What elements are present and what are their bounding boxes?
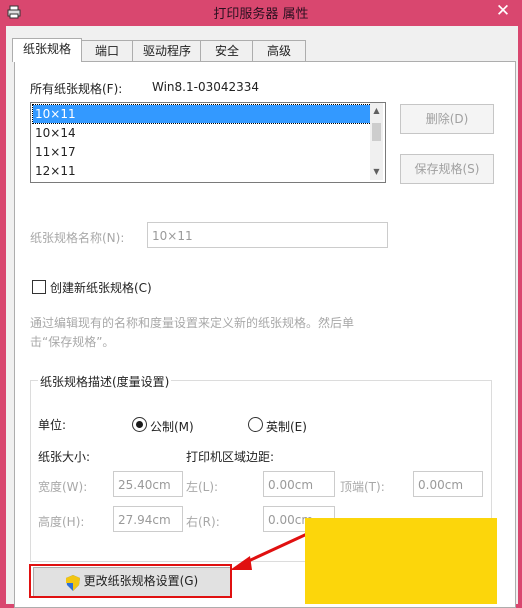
paper-size-label: 纸张大小: xyxy=(38,450,91,464)
hint-text-line1: 通过编辑现有的名称和度量设置来定义新的纸张规格。然后单 xyxy=(30,316,355,330)
top-margin-label: 顶端(T): xyxy=(340,480,385,494)
metric-radio-label: 公制(M) xyxy=(150,420,194,434)
server-name: Win8.1-03042334 xyxy=(152,80,260,94)
form-name-field[interactable]: 10×11 xyxy=(147,222,388,248)
forms-listbox[interactable]: 10×11 10×14 11×17 12×11 xyxy=(30,102,386,183)
window-title: 打印服务器 属性 xyxy=(213,7,309,22)
width-label: 宽度(W): xyxy=(38,480,88,494)
right-margin-label: 右(R): xyxy=(186,515,220,529)
scroll-up-icon[interactable]: ▲ xyxy=(370,103,383,119)
tab-security[interactable]: 安全 xyxy=(200,40,254,61)
english-radio[interactable] xyxy=(248,417,263,432)
printer-margins-label: 打印机区域边距: xyxy=(186,450,275,464)
height-label: 高度(H): xyxy=(38,515,85,529)
tab-forms[interactable]: 纸张规格 xyxy=(12,38,82,62)
left-margin-label: 左(L): xyxy=(186,480,219,494)
left-margin-field[interactable]: 0.00cm xyxy=(263,471,335,497)
create-new-form-checkbox[interactable] xyxy=(32,280,46,294)
width-field[interactable]: 25.40cm xyxy=(113,471,183,497)
save-form-button[interactable]: 保存规格(S) xyxy=(400,154,494,184)
list-item[interactable]: 12×11 xyxy=(33,162,371,180)
listbox-scrollbar[interactable]: ▲ ▼ xyxy=(370,103,383,180)
metric-radio[interactable] xyxy=(132,417,147,432)
list-item[interactable]: 10×14 xyxy=(33,124,371,142)
close-button[interactable]: ✕ xyxy=(484,0,522,22)
tab-ports[interactable]: 端口 xyxy=(80,40,134,61)
watermark-panel xyxy=(305,518,497,604)
all-forms-label: 所有纸张规格(F): xyxy=(30,82,123,96)
form-name-label: 纸张规格名称(N): xyxy=(30,231,125,245)
hint-text-line2: 击“保存规格”。 xyxy=(30,335,115,349)
scroll-down-icon[interactable]: ▼ xyxy=(370,164,383,180)
list-item[interactable]: 11×17 xyxy=(33,143,371,161)
create-new-form-label: 创建新纸张规格(C) xyxy=(50,281,152,295)
list-item[interactable]: 10×11 xyxy=(32,104,372,124)
height-field[interactable]: 27.94cm xyxy=(113,506,183,532)
english-radio-label: 英制(E) xyxy=(266,420,307,434)
scrollbar-thumb[interactable] xyxy=(372,123,381,141)
tab-advanced[interactable]: 高级 xyxy=(252,40,306,61)
delete-button[interactable]: 删除(D) xyxy=(400,104,494,134)
units-label: 单位: xyxy=(38,418,67,432)
group-title: 纸张规格描述(度量设置) xyxy=(38,373,172,390)
highlight-frame xyxy=(29,564,232,598)
tab-drivers[interactable]: 驱动程序 xyxy=(132,40,202,61)
top-margin-field[interactable]: 0.00cm xyxy=(413,471,483,497)
